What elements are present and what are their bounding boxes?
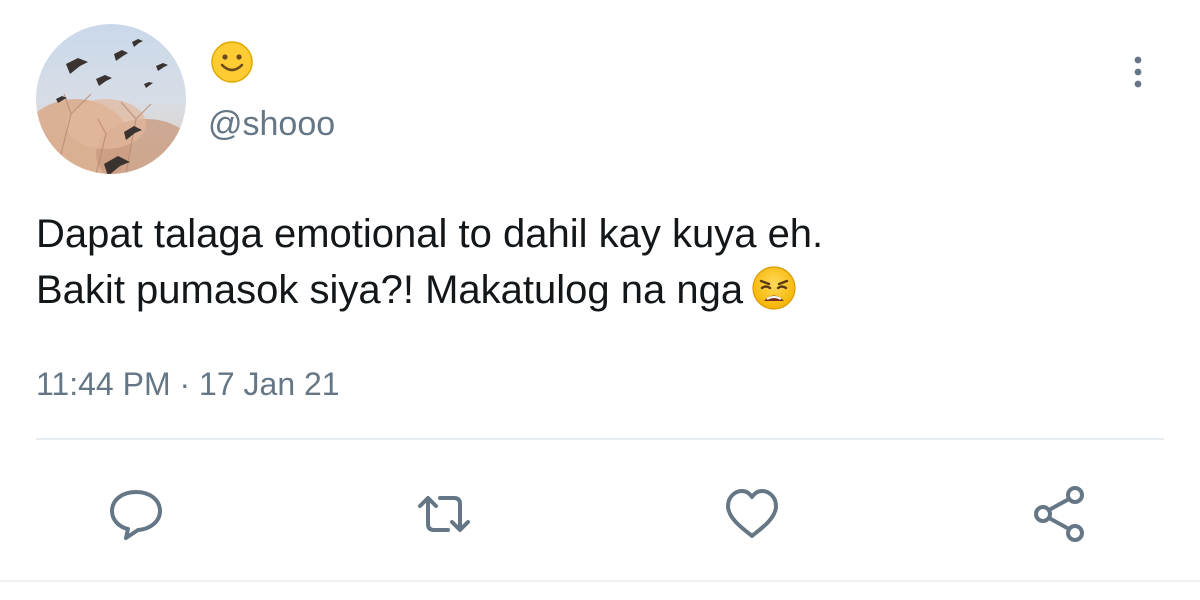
meta-separator: · — [170, 366, 200, 402]
tweet-text-line-2-content: Bakit pumasok siya?! Makatulog na nga — [36, 268, 744, 312]
retweet-button[interactable] — [414, 484, 474, 544]
smiling-face-emoji — [211, 41, 253, 83]
weary-face-emoji — [752, 266, 796, 310]
tweet-time: 11:44 PM — [36, 366, 171, 402]
share-button[interactable] — [1030, 484, 1090, 544]
tweet-text-line-2: Bakit pumasok siya?! Makatulog na nga — [36, 262, 1166, 318]
tweet-text-line-1: Dapat talaga emotional to dahil kay kuya… — [36, 212, 824, 256]
user-handle[interactable]: @shooo — [208, 104, 335, 144]
retweet-icon — [418, 496, 470, 532]
like-button[interactable] — [722, 484, 782, 544]
tweet-card: @shooo Dapat talaga emotional to dahil k… — [0, 0, 1200, 600]
bottom-divider — [0, 580, 1200, 582]
divider — [36, 438, 1164, 440]
display-name[interactable] — [210, 40, 254, 93]
share-icon — [1034, 486, 1084, 542]
avatar[interactable] — [36, 24, 186, 174]
more-options-button[interactable] — [1118, 52, 1158, 92]
tweet-text: Dapat talaga emotional to dahil kay kuya… — [36, 206, 1166, 318]
avatar-image — [36, 24, 186, 174]
like-icon — [726, 489, 778, 538]
reply-icon — [110, 490, 162, 540]
tweet-timestamp[interactable]: 11:44 PM · 17 Jan 21 — [36, 364, 340, 404]
tweet-date: 17 Jan 21 — [199, 366, 340, 402]
reply-button[interactable] — [106, 484, 166, 544]
more-vertical-icon — [1134, 56, 1142, 88]
